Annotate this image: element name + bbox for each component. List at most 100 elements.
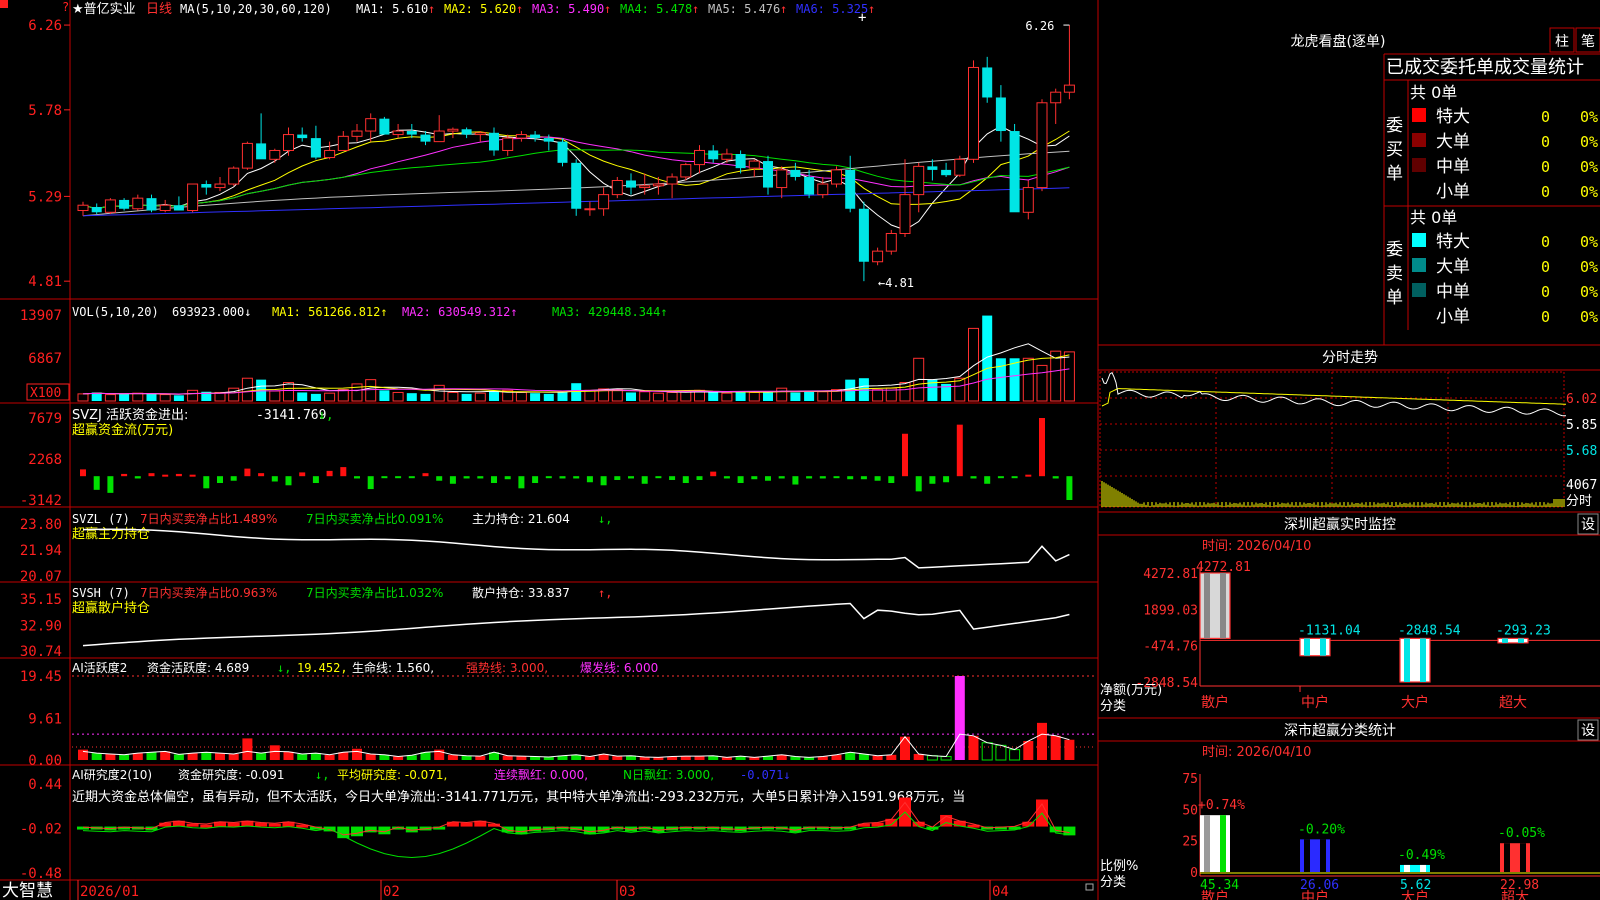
volume-bar	[297, 392, 308, 401]
monitor-bar-shade	[1304, 638, 1310, 656]
order-name: 小单	[1436, 182, 1470, 202]
ma-value-3: MA3: 5.490	[532, 2, 604, 16]
activity-bar	[91, 753, 102, 760]
activity-bar	[338, 752, 349, 760]
flow-bar	[121, 473, 128, 477]
monitor-bar-shade	[1204, 573, 1210, 639]
svsh-arrow: ↑,	[598, 586, 612, 600]
activity-bar	[310, 753, 321, 760]
ai2-d: 强势线: 3.000,	[466, 661, 548, 675]
stat-change-2: -0.20%	[1298, 822, 1345, 837]
flow-bar	[408, 476, 415, 479]
activity-bar	[461, 755, 472, 760]
activity-bar	[502, 755, 513, 760]
candle-body	[571, 162, 582, 209]
svzl-y-tick-1: 23.80	[20, 517, 62, 533]
flow-bar	[586, 476, 593, 483]
candle-body	[680, 164, 692, 178]
stock-title[interactable]: ★普亿实业	[72, 2, 136, 17]
candle-body	[639, 185, 651, 189]
flow-bar	[422, 473, 429, 477]
volume-bar	[899, 381, 911, 402]
volume-bar	[283, 381, 294, 402]
menu-corner-icon[interactable]	[0, 0, 8, 8]
volume-bar	[954, 377, 966, 402]
flow-bar	[285, 476, 292, 486]
volume-bar	[530, 393, 541, 401]
flow-bar	[655, 476, 662, 479]
stat-change-3: -0.49%	[1398, 848, 1445, 863]
candle-body	[598, 194, 610, 210]
monitor-cat-1: 散户	[1201, 694, 1229, 711]
order-count: 0	[1541, 183, 1550, 201]
x-label-4: 04	[992, 884, 1009, 900]
candle-body	[310, 138, 321, 158]
research-bar	[186, 823, 199, 827]
candle-body	[406, 131, 417, 135]
flow-bar	[970, 476, 977, 479]
monitor-cat-3: 大户	[1401, 694, 1429, 711]
research-bar	[227, 822, 240, 827]
candle-body	[611, 179, 623, 196]
flow-bar	[162, 474, 169, 477]
candle-body	[201, 184, 212, 188]
volume-bar	[461, 393, 472, 401]
vol-y-tick-1: 13907	[20, 308, 62, 324]
svsh-t3: 散户持仓: 33.837	[472, 585, 570, 600]
vol-ma1: MA1: 561266.812↑	[272, 305, 388, 319]
stat-bar-shade	[1520, 843, 1526, 872]
ai2-header: AI活跃度2	[72, 660, 127, 675]
volume-bar	[584, 389, 596, 402]
ai2-a-arrow: ↓,	[277, 661, 291, 675]
ai3-y-tick-2: -0.02	[20, 822, 62, 838]
candle-body	[543, 138, 554, 142]
period-label[interactable]: 日线	[146, 2, 172, 17]
intraday-title: 分时走势	[1322, 350, 1378, 366]
activity-bar	[146, 752, 157, 760]
candle-body	[77, 204, 89, 212]
order-color-swatch	[1412, 108, 1426, 122]
stat-tab[interactable]: 已成交委托单成交量统计	[1386, 57, 1584, 78]
monitor-bar-shade	[1220, 573, 1226, 639]
candle-body	[337, 135, 349, 151]
volume-bar	[159, 394, 171, 402]
flow-bar	[491, 476, 497, 484]
ma-value-1: MA1: 5.610	[356, 2, 428, 16]
kline-y-tick-1: 6.26	[28, 18, 62, 34]
flow-bar	[477, 476, 484, 479]
ai2-c: 生命线: 1.560,	[352, 660, 434, 675]
flow-bar	[230, 476, 237, 481]
monitor-bar-label-4: -293.23	[1496, 623, 1551, 638]
candle-body	[173, 205, 184, 211]
flow-bar	[559, 476, 566, 479]
monitor-bar-shade	[1502, 638, 1508, 643]
candle-body	[269, 149, 281, 160]
flow-bar	[765, 476, 771, 481]
corner-question-icon[interactable]: ?	[62, 0, 69, 14]
candle-body	[748, 160, 760, 169]
candle-body	[91, 206, 102, 213]
activity-bar	[900, 736, 910, 760]
activity-bar	[1050, 735, 1061, 760]
svzj-arrow: ↓,	[318, 408, 334, 423]
order-count: 0	[1541, 133, 1550, 151]
volume-bar	[652, 392, 664, 402]
activity-bar	[968, 735, 979, 760]
volume-bar	[324, 392, 336, 402]
order-color-swatch	[1412, 233, 1426, 247]
candle-body	[187, 183, 199, 212]
volume-bar	[1036, 364, 1048, 402]
buy-total: 共 0单	[1410, 83, 1457, 102]
candle-body	[927, 166, 938, 170]
candle-body	[447, 128, 459, 132]
low-label: ←4.81	[878, 276, 914, 290]
order-pct: 0%	[1580, 233, 1598, 251]
flow-bar	[696, 476, 703, 480]
svzj-y-tick-2: 2268	[28, 452, 62, 468]
flow-bar	[299, 472, 306, 477]
flow-bar	[436, 476, 443, 481]
candle-body	[721, 153, 733, 160]
buy-side-char: 买	[1386, 140, 1403, 160]
monitor-y-tick-3: -474.76	[1143, 640, 1198, 655]
monitor-bar-shade	[1518, 638, 1524, 643]
